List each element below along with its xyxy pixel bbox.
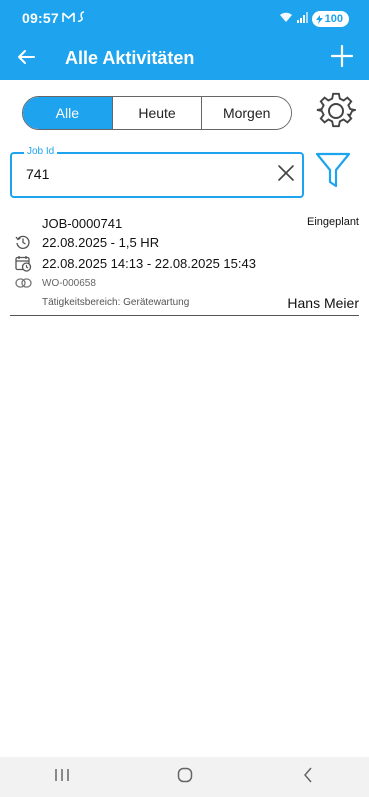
history-icon xyxy=(14,233,32,251)
add-activity-button[interactable] xyxy=(329,44,355,72)
page-title: Alle Aktivitäten xyxy=(65,48,195,68)
job-area: Tätigkeitsbereich: Gerätewartung xyxy=(42,297,190,308)
status-bar: 09:57 100 xyxy=(0,0,369,38)
clear-search-button[interactable] xyxy=(276,164,296,187)
arrow-left-icon xyxy=(17,49,35,70)
calendar-clock-icon xyxy=(14,254,32,272)
job-assignee: Hans Meier xyxy=(287,295,359,311)
date-filter-tabs: Alle Heute Morgen xyxy=(22,96,292,130)
job-duration: 22.08.2025 - 1,5 HR xyxy=(42,234,160,250)
app-notification-icon xyxy=(77,10,87,28)
system-back-button[interactable] xyxy=(288,762,328,792)
job-work-order-row: WO-000658 xyxy=(14,274,96,292)
gear-icon xyxy=(316,91,359,136)
tab-morgen[interactable]: Morgen xyxy=(202,97,291,129)
gmail-icon xyxy=(62,10,75,28)
status-notification-icons xyxy=(62,10,87,28)
recent-apps-icon xyxy=(54,768,70,787)
job-schedule: 22.08.2025 14:13 - 22.08.2025 15:43 xyxy=(42,255,256,271)
settings-button[interactable] xyxy=(315,91,359,136)
search-label: Job Id xyxy=(24,146,58,157)
status-time: 09:57 xyxy=(22,10,59,26)
close-icon xyxy=(277,164,295,187)
back-button[interactable] xyxy=(14,47,38,71)
battery-level: 100 xyxy=(324,13,343,25)
link-icon xyxy=(14,274,32,292)
signal-icon xyxy=(296,10,308,28)
job-duration-row: 22.08.2025 - 1,5 HR xyxy=(14,233,159,251)
status-system-icons: 100 xyxy=(279,10,349,28)
job-id-input[interactable] xyxy=(26,166,256,182)
system-navigation-bar xyxy=(0,757,369,797)
app-bar: Alle Aktivitäten xyxy=(0,38,369,80)
job-id: JOB-0000741 xyxy=(42,216,123,231)
job-schedule-row: 22.08.2025 14:13 - 22.08.2025 15:43 xyxy=(14,254,256,272)
tab-heute[interactable]: Heute xyxy=(112,97,203,129)
recent-apps-button[interactable] xyxy=(42,762,82,792)
tab-alle[interactable]: Alle xyxy=(23,97,113,129)
wifi-icon xyxy=(279,10,293,28)
job-status: Eingeplant xyxy=(307,216,359,228)
job-list-item[interactable]: JOB-0000741 Eingeplant 22.08.2025 - 1,5 … xyxy=(10,210,359,316)
chevron-left-icon xyxy=(303,767,313,788)
job-work-order: WO-000658 xyxy=(42,277,96,289)
home-icon xyxy=(177,767,193,788)
filter-icon xyxy=(315,152,351,195)
home-button[interactable] xyxy=(165,762,205,792)
plus-icon xyxy=(330,44,354,72)
filter-button[interactable] xyxy=(313,152,353,195)
battery-icon: 100 xyxy=(311,11,349,27)
job-id-search-field: Job Id xyxy=(10,146,304,198)
